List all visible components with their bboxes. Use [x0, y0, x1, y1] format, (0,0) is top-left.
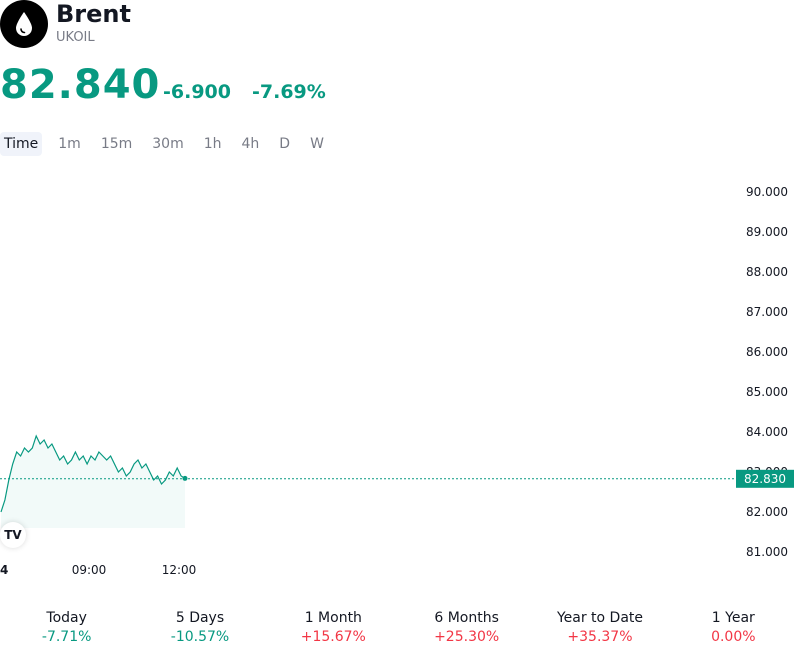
tab-1h[interactable]: 1h — [194, 132, 232, 156]
tab-4h[interactable]: 4h — [232, 132, 270, 156]
performance-bar: Today -7.71% 5 Days -10.57% 1 Month +15.… — [0, 610, 800, 645]
y-tick-label: 81.000 — [746, 545, 788, 559]
tab-time[interactable]: Time — [0, 132, 43, 156]
current-price-dot — [182, 475, 188, 481]
x-tick-label: 4 — [0, 563, 8, 577]
tab-1m[interactable]: 1m — [48, 132, 91, 156]
perf-label: 1 Year — [711, 610, 755, 626]
perf-5-days[interactable]: 5 Days -10.57% — [133, 610, 266, 645]
y-tick-label: 88.000 — [746, 265, 788, 279]
x-axis: 4 09:00 12:00 — [0, 563, 196, 577]
symbol-ticker: UKOIL — [56, 30, 95, 45]
y-tick-label: 86.000 — [746, 345, 788, 359]
interval-tabs: Time 1m 15m 30m 1h 4h D W — [0, 132, 334, 156]
perf-label: 1 Month — [304, 610, 362, 626]
perf-value: +25.30% — [434, 629, 500, 645]
tab-d[interactable]: D — [269, 132, 300, 156]
y-tick-label: 90.000 — [746, 185, 788, 199]
tab-30m[interactable]: 30m — [142, 132, 193, 156]
perf-value: -7.71% — [41, 629, 92, 645]
y-tick-label: 87.000 — [746, 305, 788, 319]
perf-6-months[interactable]: 6 Months +25.30% — [400, 610, 533, 645]
x-tick-label: 09:00 — [72, 563, 107, 577]
perf-value: +15.67% — [300, 629, 366, 645]
perf-value: 0.00% — [711, 629, 756, 645]
last-price: 82.840 — [0, 62, 161, 108]
oil-drop-icon — [0, 0, 48, 48]
perf-today[interactable]: Today -7.71% — [0, 610, 133, 645]
price-area — [1, 436, 185, 528]
y-tick-label: 84.000 — [746, 425, 788, 439]
perf-1-month[interactable]: 1 Month +15.67% — [267, 610, 400, 645]
y-tick-label: 85.000 — [746, 385, 788, 399]
tradingview-logo-icon[interactable]: TV — [0, 522, 26, 548]
perf-value: +35.37% — [567, 629, 633, 645]
x-tick-label: 12:00 — [162, 563, 197, 577]
price-change-percent: -7.69% — [252, 81, 326, 103]
tab-15m[interactable]: 15m — [91, 132, 142, 156]
current-price-label: 82.830 — [744, 472, 786, 486]
tab-w[interactable]: W — [300, 132, 334, 156]
y-axis: 90.000 89.000 88.000 87.000 86.000 85.000 84.0… — [746, 185, 788, 559]
perf-year-to-date[interactable]: Year to Date +35.37% — [533, 610, 666, 645]
y-tick-label: 89.000 — [746, 225, 788, 239]
price-change: -6.900 — [163, 81, 231, 103]
perf-label: 5 Days — [175, 610, 225, 626]
y-tick-label: 82.000 — [746, 505, 788, 519]
price-chart[interactable]: 90.000 89.000 88.000 87.000 86.000 85.000 84.0… — [0, 170, 800, 590]
symbol-title: Brent — [56, 0, 131, 28]
perf-1-year[interactable]: 1 Year 0.00% — [667, 610, 800, 645]
perf-label: Today — [46, 610, 87, 626]
perf-label: Year to Date — [556, 610, 643, 626]
perf-value: -10.57% — [170, 629, 230, 645]
perf-label: 6 Months — [434, 610, 499, 626]
